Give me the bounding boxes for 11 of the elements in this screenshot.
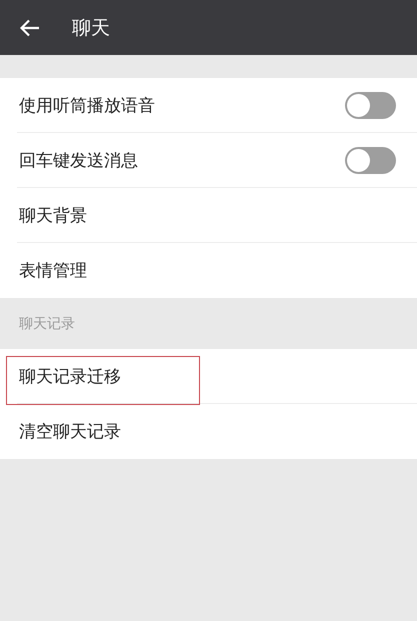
screen-title: 聊天 — [72, 16, 110, 40]
section-header: 聊天记录 — [19, 314, 75, 332]
back-arrow-icon[interactable] — [20, 18, 40, 36]
setting-item[interactable]: 聊天背景 — [17, 204, 87, 226]
toggle-switch[interactable] — [345, 146, 396, 174]
setting-item[interactable]: 清空聊天记录 — [17, 420, 121, 443]
toggle-switch[interactable] — [345, 92, 396, 118]
setting-item[interactable]: 表情管理 — [17, 259, 87, 282]
setting-item[interactable]: 聊天记录迁移 — [17, 364, 121, 388]
setting-item[interactable]: 使用听筒播放语音 — [17, 94, 155, 116]
setting-item[interactable]: 回车键发送消息 — [17, 148, 138, 172]
